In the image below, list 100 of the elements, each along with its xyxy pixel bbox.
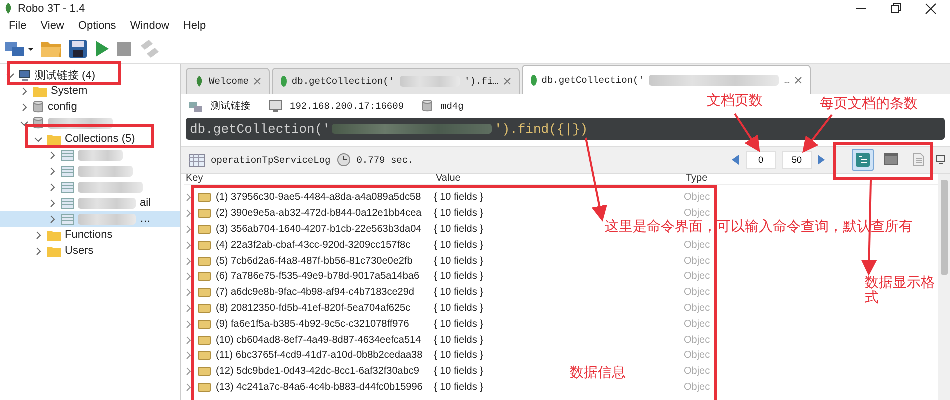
query-editor[interactable]: db.getCollection(' ').find({|})	[186, 118, 945, 140]
chevron-right-icon[interactable]	[20, 86, 29, 96]
leaf-icon	[530, 74, 537, 86]
menu-item[interactable]: Window	[123, 20, 176, 32]
tab[interactable]: Welcome	[186, 68, 270, 94]
tree-view-button[interactable]	[852, 149, 874, 171]
document-icon	[198, 193, 211, 202]
annotation-arrow	[802, 114, 833, 154]
table-icon	[61, 150, 74, 160]
value-cell: { 10 fields }	[434, 287, 484, 298]
type-cell: Objec	[684, 334, 710, 346]
chevron-right-icon[interactable]	[48, 182, 57, 192]
value-cell: { 10 fields }	[434, 224, 484, 235]
type-cell: Objec	[684, 256, 710, 267]
toolbar-button[interactable]	[68, 39, 88, 59]
page-field[interactable]: 0	[746, 151, 776, 169]
annotation-text: 数据显示格式	[865, 276, 936, 306]
menu-item[interactable]: View	[34, 20, 72, 32]
computers-icon	[4, 39, 34, 59]
column-header[interactable]: Value	[434, 174, 461, 184]
chevron-down-icon[interactable]	[6, 70, 15, 80]
table-icon	[61, 182, 74, 192]
menu-item[interactable]: Help	[176, 20, 214, 32]
key-cell: (6) 7a786e75-f535-49e9-b78d-9017a5a14ba6	[216, 271, 420, 282]
tree-item[interactable]: Functions	[0, 227, 180, 243]
value-cell: { 10 fields }	[434, 366, 484, 378]
panel-icon[interactable]	[936, 155, 946, 165]
type-cell: Objec	[684, 208, 710, 220]
menu-item[interactable]: Options	[71, 20, 124, 32]
key-cell: (13) 4c241a7c-84a6-4c4b-b883-d44fc0b15996	[216, 382, 423, 393]
tree-item[interactable]: …	[0, 211, 180, 227]
key-cell: (5) 7cb6d2a6-f4a8-487f-bb56-81c730e0e2fb	[216, 256, 413, 267]
key-cell: (9) fa6e1f5a-b385-4b92-9c5c-c321078ff976	[216, 318, 410, 330]
table-icon	[61, 214, 74, 224]
tab-label: …	[784, 74, 790, 86]
annotation-text: 这里是命令界面，可以输入命令查询，默认查所有	[605, 220, 913, 235]
chevron-right-icon[interactable]	[34, 230, 43, 240]
page-size-field[interactable]: 50	[782, 151, 812, 169]
menu-item[interactable]: File	[2, 20, 34, 32]
tree-item[interactable]: 测试链接 (4)	[0, 67, 180, 83]
database-icon	[33, 101, 44, 113]
leaf-icon	[195, 76, 204, 87]
type-cell: Objec	[684, 350, 710, 362]
type-cell: Objec	[684, 192, 710, 204]
folder-icon	[47, 134, 61, 144]
column-header[interactable]: Key	[184, 174, 204, 184]
tab-label: db.getCollection('	[292, 76, 395, 87]
redaction-blur	[78, 182, 143, 192]
value-cell: { 10 fields }	[434, 302, 484, 314]
tab-label: Welcome	[209, 76, 249, 87]
tree-item[interactable]: Users	[0, 243, 180, 259]
folder-icon	[33, 86, 47, 96]
play-icon	[94, 39, 110, 59]
type-cell: Objec	[684, 302, 710, 314]
previous-page-icon[interactable]	[732, 155, 740, 165]
folder-icon	[40, 39, 62, 59]
collection-name: operationTpServiceLog	[211, 154, 331, 166]
key-cell: (3) 356ab704-1640-4207-b1cb-22e563b3da04	[216, 224, 422, 235]
document-icon	[198, 304, 211, 313]
document-icon	[198, 320, 211, 329]
type-cell: Objec	[684, 287, 710, 298]
chevron-down-icon[interactable]	[34, 134, 43, 144]
tab[interactable]: db.getCollection(' …	[522, 65, 812, 94]
tree-item[interactable]: System	[0, 83, 180, 99]
redaction-blur	[78, 214, 136, 224]
tree-item[interactable]: ail	[0, 195, 180, 211]
chevron-right-icon[interactable]	[20, 102, 29, 112]
column-header[interactable]: Type	[684, 174, 708, 184]
computers-icon	[189, 100, 203, 112]
document-icon	[198, 240, 211, 250]
document-icon	[198, 351, 211, 360]
tree-item[interactable]: config	[0, 99, 180, 115]
folder-icon	[47, 230, 61, 240]
leaf-icon	[4, 3, 13, 14]
scrollbar[interactable]	[938, 174, 950, 400]
chevron-right-icon[interactable]	[34, 246, 43, 256]
next-page-icon[interactable]	[818, 155, 826, 165]
table-icon	[189, 154, 205, 166]
tree-item[interactable]: Collections (5)	[0, 131, 180, 147]
document-icon	[198, 272, 211, 282]
document-icon	[198, 288, 211, 298]
tree-view-icon	[856, 153, 870, 167]
value-cell: { 10 fields }	[434, 192, 484, 204]
annotation-text: 文档页数	[707, 94, 763, 109]
key-cell: (2) 390e9e5a-ab32-472d-b844-0a12e1bb4cea	[216, 208, 422, 220]
tab[interactable]: db.getCollection(' ').fi…	[272, 68, 520, 94]
redaction-blur	[78, 198, 136, 208]
window-title: Robo 3T - 1.4	[18, 2, 86, 14]
chevron-right-icon[interactable]	[48, 150, 57, 160]
value-cell: { 10 fields }	[434, 382, 484, 393]
database-name: md4g	[441, 100, 464, 112]
document-icon	[198, 382, 211, 392]
monitor-icon	[269, 100, 282, 112]
table-view-icon	[884, 153, 898, 167]
chevron-down-icon[interactable]	[20, 118, 29, 128]
chevron-right-icon[interactable]	[48, 214, 57, 224]
chevron-right-icon[interactable]	[48, 198, 57, 208]
type-cell: Objec	[684, 318, 710, 330]
save-icon	[68, 39, 88, 59]
chevron-right-icon[interactable]	[48, 166, 57, 176]
